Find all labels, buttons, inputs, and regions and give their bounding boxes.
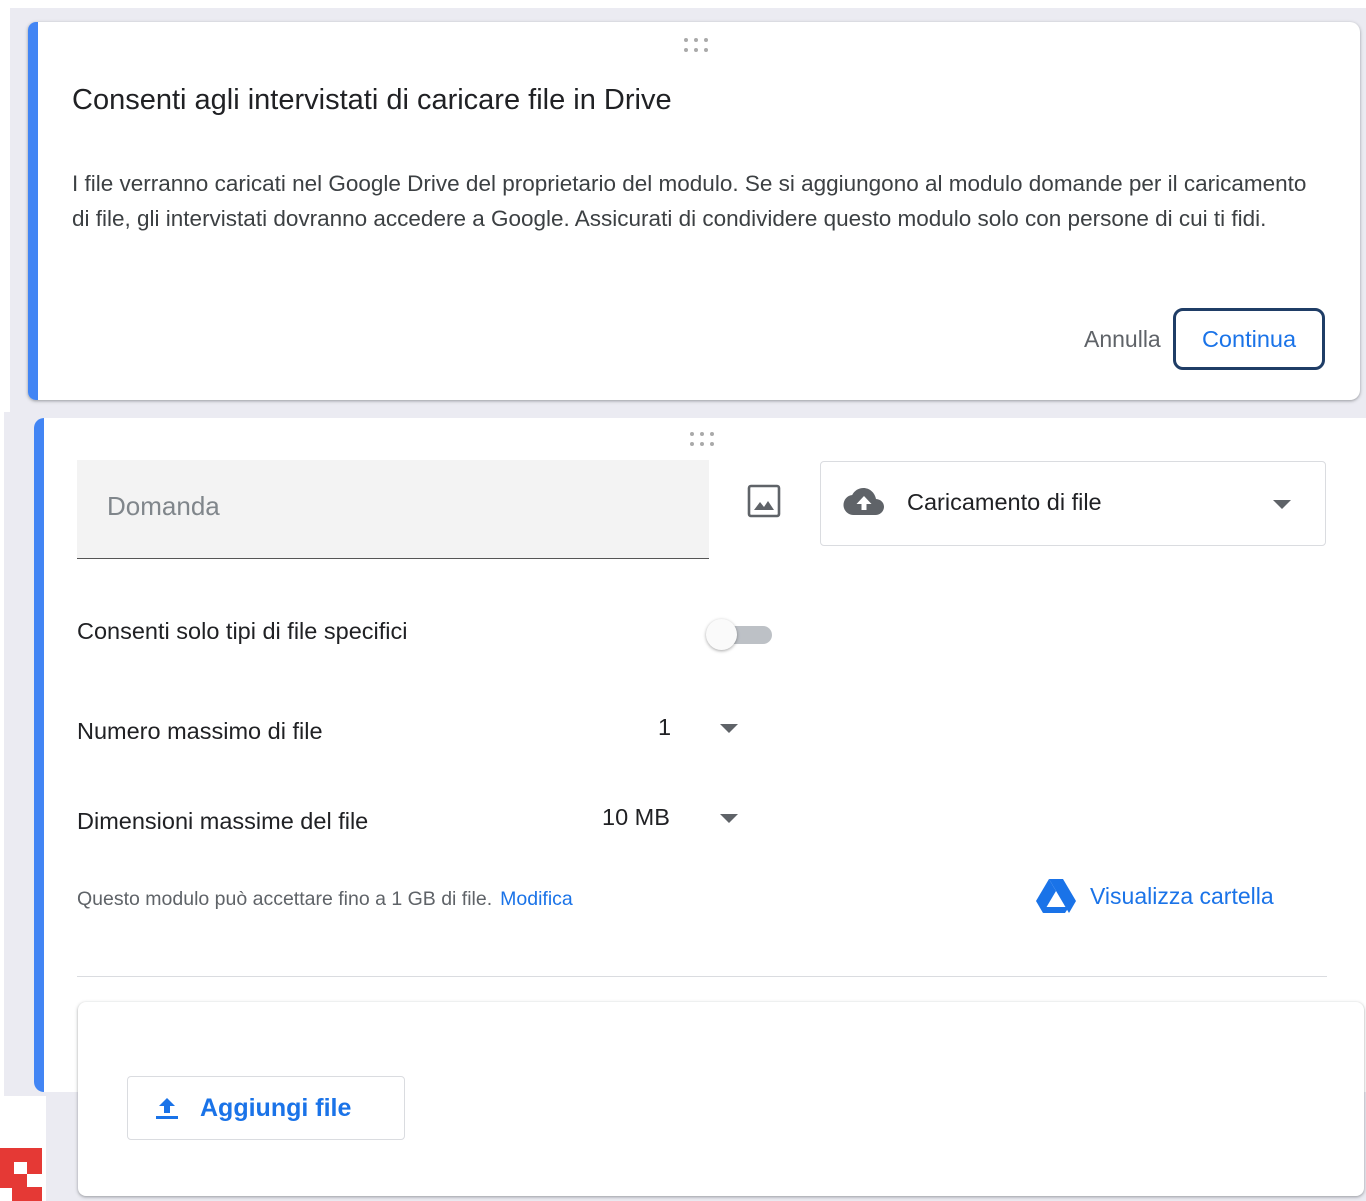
form-size-limit-text: Questo modulo può accettare fino a 1 GB … bbox=[77, 888, 573, 911]
max-files-value[interactable]: 1 bbox=[658, 714, 671, 741]
image-icon[interactable] bbox=[747, 484, 781, 518]
cancel-button[interactable]: Annulla bbox=[1084, 326, 1161, 353]
modify-limit-link[interactable]: Modifica bbox=[500, 888, 573, 910]
max-files-label: Numero massimo di file bbox=[77, 718, 323, 744]
dialog-body: I file verranno caricati nel Google Driv… bbox=[72, 171, 1307, 231]
add-file-button[interactable]: Aggiungi file bbox=[127, 1076, 405, 1140]
max-size-label: Dimensioni massime del file bbox=[77, 808, 369, 834]
card-accent-bar bbox=[34, 418, 44, 1092]
dialog-title: Consenti agli intervistati di caricare f… bbox=[72, 84, 672, 116]
card-divider bbox=[77, 976, 1327, 977]
corner-logo-icon bbox=[0, 1148, 42, 1201]
question-type-label: Caricamento di file bbox=[907, 489, 1102, 515]
max-size-value[interactable]: 10 MB bbox=[602, 804, 670, 831]
upload-icon bbox=[156, 1098, 178, 1119]
continue-button[interactable]: Continua bbox=[1173, 308, 1325, 370]
card-accent-bar bbox=[28, 22, 38, 400]
specific-file-types-label: Consenti solo tipi di file specifici bbox=[77, 618, 408, 644]
google-drive-icon bbox=[1036, 879, 1076, 913]
dropdown-arrow-icon[interactable] bbox=[720, 724, 738, 734]
dropdown-arrow-icon bbox=[1273, 500, 1291, 509]
view-folder-link[interactable]: Visualizza cartella bbox=[1036, 878, 1274, 914]
question-input[interactable] bbox=[105, 490, 689, 523]
question-type-select[interactable]: Caricamento di file bbox=[820, 461, 1326, 546]
drag-handle-icon[interactable] bbox=[688, 432, 716, 448]
upload-permission-dialog: Consenti agli intervistati di caricare f… bbox=[28, 22, 1360, 400]
dropdown-arrow-icon[interactable] bbox=[720, 814, 738, 824]
file-upload-answer-card: Aggiungi file bbox=[78, 1002, 1364, 1196]
cloud-upload-icon bbox=[843, 488, 884, 515]
view-folder-label: Visualizza cartella bbox=[1090, 882, 1274, 909]
drag-handle-icon[interactable] bbox=[682, 38, 710, 54]
question-field bbox=[77, 460, 709, 559]
specific-file-types-toggle[interactable] bbox=[704, 618, 776, 650]
add-file-label: Aggiungi file bbox=[200, 1093, 352, 1122]
toggle-knob bbox=[706, 619, 737, 650]
file-upload-question-card: Caricamento di file Consenti solo tipi d… bbox=[34, 418, 1366, 1092]
limit-text: Questo modulo può accettare fino a 1 GB … bbox=[77, 888, 493, 910]
